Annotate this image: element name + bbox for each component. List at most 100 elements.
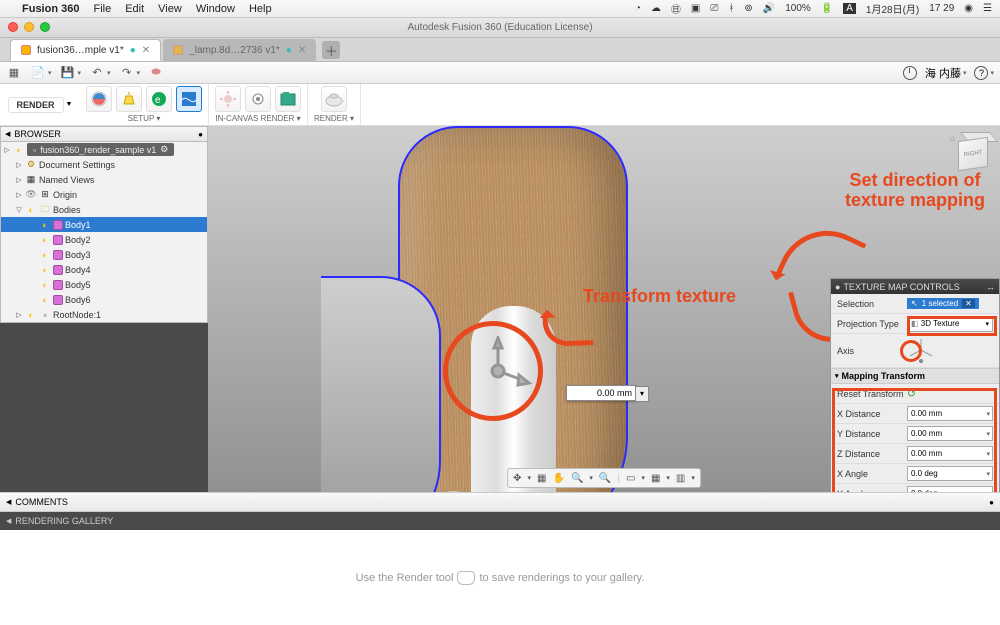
data-panel-icon[interactable]: ▦ <box>6 65 22 81</box>
doc-icon <box>173 45 183 55</box>
svg-text:e: e <box>155 95 161 106</box>
window-minimize-button[interactable] <box>24 22 34 32</box>
model-cutout <box>321 276 441 492</box>
viewport-canvas[interactable]: 0.00 mm Transform texture Set direction … <box>208 126 1000 492</box>
tree-node-body4[interactable]: ◐Body4 <box>1 262 207 277</box>
body-icon <box>53 280 63 290</box>
tree-node-body1[interactable]: ◐Body1 <box>1 217 207 232</box>
rendering-gallery: Use the Render tool to save renderings t… <box>0 530 1000 625</box>
browser-header[interactable]: ◀ BROWSER ● <box>0 126 208 142</box>
ribbon-toolbar: RENDER▼ e SETUP ▾ IN-CANVAS RENDER ▾ REN… <box>0 84 1000 126</box>
panel-header[interactable]: ● TEXTURE MAP CONTROLS ↔ <box>831 279 999 294</box>
texture-map-button[interactable] <box>176 86 202 112</box>
incanvas-settings-button[interactable] <box>245 86 271 112</box>
home-icon[interactable]: ⌂ <box>950 134 955 143</box>
screen-icon[interactable]: ⎚ <box>710 3 718 14</box>
pan-icon[interactable]: ✋ <box>552 473 564 484</box>
incanvas-render-button[interactable] <box>215 86 241 112</box>
cloud-icon[interactable]: ☁ <box>651 3 661 14</box>
browser-tree: ▷◐ ▫fusion360_render_sample v1⚙ ▷⚙Docume… <box>0 142 208 323</box>
save-icon[interactable]: 💾 <box>60 65 76 81</box>
wifi-icon[interactable]: ⊚ <box>744 3 752 14</box>
battery-icon[interactable]: 🔋 <box>821 3 833 14</box>
tree-node-bodies[interactable]: ▽◐🗀Bodies <box>1 202 207 217</box>
menu-help[interactable]: Help <box>249 3 272 15</box>
axis-label: Axis <box>837 346 907 356</box>
window-close-button[interactable] <box>8 22 18 32</box>
help-icon[interactable]: ? <box>974 66 988 80</box>
display-icon[interactable]: ▣ <box>691 3 700 14</box>
menu-edit[interactable]: Edit <box>125 3 144 15</box>
bluetooth-icon[interactable]: ᚼ <box>728 3 734 14</box>
tree-node-body2[interactable]: ◐Body2 <box>1 232 207 247</box>
view-cube[interactable]: ⌂ RIGHT <box>950 134 990 174</box>
fit-icon[interactable]: 🔍 <box>599 473 611 484</box>
tree-node-body5[interactable]: ◐Body5 <box>1 277 207 292</box>
input-icon[interactable]: ㊐ <box>671 1 681 16</box>
comments-title: COMMENTS <box>15 497 68 507</box>
tree-node-body3[interactable]: ◐Body3 <box>1 247 207 262</box>
navigation-bar: ✥▾ ▦ ✋ 🔍▾ 🔍 | ▭▾ ▦▾ ▥▾ <box>507 468 701 488</box>
pin-icon[interactable]: ● <box>198 130 203 139</box>
comments-pin-icon[interactable]: ● <box>989 498 994 507</box>
tree-node-docsettings[interactable]: ▷⚙Document Settings <box>1 157 207 172</box>
extension-icon[interactable]: ⬬ <box>148 65 164 81</box>
ribbon-group-setup: e SETUP ▾ <box>80 84 209 125</box>
tree-node-rootnode[interactable]: ▷◐▫RootNode:1 <box>1 307 207 322</box>
quick-access-toolbar: ▦ 📄▾ 💾▾ ↶▾ ↷▾ ⬬ 海 内藤▾ ?▾ <box>0 62 1000 84</box>
menubar-time: 17 29 <box>929 3 954 14</box>
tree-root[interactable]: ▷◐ ▫fusion360_render_sample v1⚙ <box>1 142 207 157</box>
orbit-icon[interactable]: ✥ <box>513 473 521 484</box>
clear-selection-icon[interactable]: ✕ <box>962 299 975 308</box>
mapping-transform-section[interactable]: Mapping Transform <box>831 368 999 384</box>
tab-close-icon[interactable]: ✕ <box>298 45 306 56</box>
ribbon-group-render: RENDER ▾ <box>308 84 361 125</box>
tab-doc-2[interactable]: _lamp.8d…2736 v1* ● ✕ <box>163 39 316 61</box>
notification-icon[interactable]: ☰ <box>983 3 992 14</box>
scene-settings-button[interactable] <box>116 86 142 112</box>
panel-pin-icon[interactable]: ↔ <box>986 282 995 292</box>
display-settings-icon[interactable]: ▭ <box>626 473 635 484</box>
ime-flag[interactable]: A <box>843 3 856 14</box>
user-name[interactable]: 海 内藤 <box>925 65 961 81</box>
render-button[interactable] <box>321 86 347 112</box>
projection-label: Projection Type <box>837 319 907 329</box>
redo-icon[interactable]: ↷ <box>119 65 135 81</box>
tree-node-namedviews[interactable]: ▷▦Named Views <box>1 172 207 187</box>
job-status-icon[interactable] <box>903 66 917 80</box>
comments-bar[interactable]: ◀ COMMENTS ● <box>0 492 1000 512</box>
line-icon[interactable]: ◔ <box>635 3 641 14</box>
workspace-switcher[interactable]: RENDER▼ <box>0 84 80 125</box>
menu-window[interactable]: Window <box>196 3 235 15</box>
viewcube-face[interactable]: RIGHT <box>958 137 988 171</box>
decal-button[interactable]: e <box>146 86 172 112</box>
tree-node-origin[interactable]: ▷👁⊞Origin <box>1 187 207 202</box>
siri-icon[interactable]: ◉ <box>964 3 973 14</box>
lookat-icon[interactable]: ▦ <box>537 473 546 484</box>
tree-node-body6[interactable]: ◐Body6 <box>1 292 207 307</box>
menu-app[interactable]: Fusion 360 <box>22 3 79 15</box>
appearance-button[interactable] <box>86 86 112 112</box>
tab-doc-1[interactable]: fusion36…mple v1* ● ✕ <box>10 39 161 61</box>
volume-icon[interactable]: 🔊 <box>763 3 775 14</box>
new-tab-button[interactable]: ＋ <box>322 41 340 59</box>
menu-view[interactable]: View <box>158 3 182 15</box>
window-maximize-button[interactable] <box>40 22 50 32</box>
tab-close-icon[interactable]: ✕ <box>142 45 150 56</box>
undo-icon[interactable]: ↶ <box>89 65 105 81</box>
grid-settings-icon[interactable]: ▦ <box>651 473 660 484</box>
rendering-gallery-header[interactable]: ◀ RENDERING GALLERY <box>0 512 1000 530</box>
dimension-input[interactable]: 0.00 mm <box>566 385 636 401</box>
capture-button[interactable] <box>275 86 301 112</box>
selection-value: 1 selected <box>922 299 958 308</box>
zoom-icon[interactable]: 🔍 <box>571 473 583 484</box>
viewport-layout-icon[interactable]: ▥ <box>676 473 685 484</box>
file-menu-icon[interactable]: 📄 <box>30 65 46 81</box>
gallery-title: RENDERING GALLERY <box>15 516 113 526</box>
menu-file[interactable]: File <box>93 3 111 15</box>
selection-badge[interactable]: ↖ 1 selected ✕ <box>907 298 979 309</box>
settings-icon[interactable]: ⚙ <box>160 144 168 155</box>
workspace-label: RENDER <box>8 97 64 113</box>
section-label: Mapping Transform <box>842 371 926 381</box>
root-label: fusion360_render_sample v1 <box>40 145 156 155</box>
